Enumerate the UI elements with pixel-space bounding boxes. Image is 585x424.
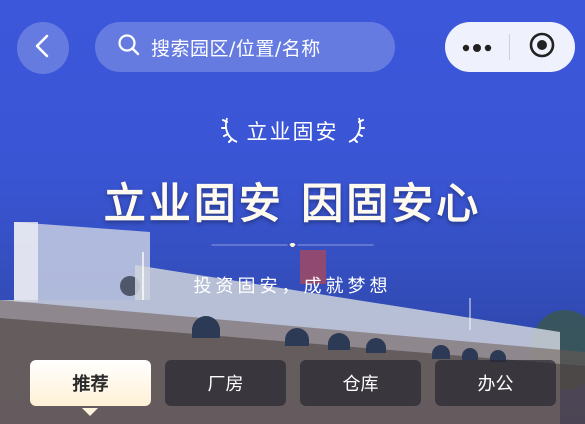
banner-subline: 投资固安，成就梦想: [193, 276, 392, 297]
banner-badge-text: 立业固安: [246, 120, 339, 144]
close-program-button[interactable]: [510, 22, 574, 72]
more-dots-icon: [462, 38, 492, 57]
laurel-left-icon: [220, 114, 241, 148]
target-icon: [528, 31, 556, 63]
search-bar[interactable]: 搜索园区/位置/名称: [95, 22, 395, 72]
banner-headline: 立业固安 因固安心: [103, 179, 482, 228]
search-icon: [117, 33, 141, 61]
laurel-right-icon: [345, 114, 365, 148]
tab-recommended[interactable]: 推荐: [30, 360, 151, 406]
active-tab-indicator: [82, 408, 98, 416]
mini-program-capsule: [445, 22, 575, 72]
banner-divider: [211, 243, 374, 247]
tab-office[interactable]: 办公: [435, 360, 556, 406]
search-placeholder: 搜索园区/位置/名称: [151, 37, 321, 60]
chevron-left-icon: [33, 34, 53, 62]
hero-banner: 搜索园区/位置/名称 立业固安 立业固安 因固安心 投资固安，成就梦想 推荐 厂…: [0, 0, 585, 424]
banner-badge: 立业固安: [0, 114, 585, 148]
tab-warehouse[interactable]: 仓库: [300, 360, 421, 406]
tab-factory[interactable]: 厂房: [165, 360, 286, 406]
more-button[interactable]: [445, 22, 509, 72]
back-button[interactable]: [17, 22, 69, 74]
category-tabs: 推荐 厂房 仓库 办公: [30, 360, 560, 408]
